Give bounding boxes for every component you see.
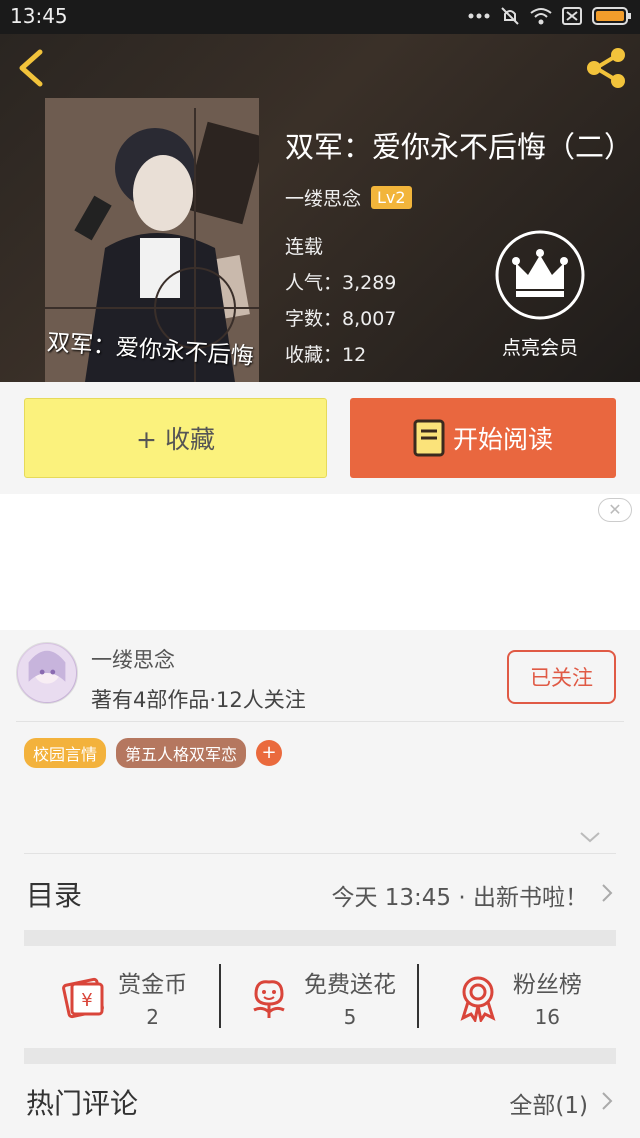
favorite-button[interactable]: + 收藏 [24, 398, 327, 478]
book-cover[interactable]: 双军：爱你永不后悔 [45, 98, 259, 382]
reward-coin-label: 赏金币 [118, 972, 188, 998]
action-bar: + 收藏 开始阅读 [0, 382, 640, 494]
book-icon [413, 419, 445, 457]
add-tag-button[interactable]: + [256, 740, 283, 766]
favorite-label: + 收藏 [136, 425, 215, 454]
send-flower-text: 免费送花 5 [304, 965, 396, 1029]
vip-button[interactable]: 点亮会员 [490, 229, 590, 360]
author-card[interactable]: 一缕思念 著有4部作品·12人关注 已关注 [0, 630, 640, 722]
chevron-down-icon[interactable] [578, 828, 602, 846]
reward-coin-value: 2 [146, 1005, 160, 1029]
reward-coin-text: 赏金币 2 [118, 965, 187, 1029]
flower-icon [253, 980, 285, 1018]
tag-campus-romance[interactable]: 校园言情 [24, 738, 107, 768]
all-comments-link[interactable]: 全部(1) [509, 1086, 588, 1120]
toc-label: 目录 [26, 879, 83, 912]
back-icon[interactable] [14, 48, 54, 88]
book-header: 双军：爱你永不后悔 双军：爱你永不后悔（二） 一缕思念 Lv2 连载 人气：3,… [0, 34, 640, 382]
tag-list: 校园言情 第五人格双军恋 + [24, 738, 283, 768]
send-flower-button[interactable]: 免费送花 5 [221, 946, 419, 1048]
chevron-right-icon [602, 884, 613, 902]
fan-ranking-value: 16 [534, 1005, 561, 1029]
send-flower-value: 5 [343, 1005, 357, 1029]
start-reading-button[interactable]: 开始阅读 [350, 398, 616, 478]
chevron-right-icon [602, 1092, 613, 1110]
hot-comments-row[interactable]: 热门评论 全部(1) [0, 1064, 640, 1138]
author-card-name: 一缕思念 [91, 648, 175, 672]
sim-icon [562, 7, 582, 25]
toc-update-text: 今天 13:45 · 出新书啦！ [331, 885, 588, 911]
follow-button[interactable]: 已关注 [507, 650, 616, 704]
hot-comments-label: 热门评论 [26, 1087, 139, 1120]
status-time: 13:45 [10, 4, 68, 28]
mute-icon [501, 7, 519, 25]
author-row: 一缕思念 Lv2 [285, 184, 635, 211]
stats-row: ¥ 赏金币 2 免费送花 5 粉丝榜 16 [24, 946, 616, 1048]
start-reading-label: 开始阅读 [452, 425, 553, 454]
follow-label: 已关注 [530, 666, 593, 690]
tag-identity-v[interactable]: 第五人格双军恋 [116, 738, 247, 768]
section-separator [24, 930, 616, 946]
reward-coin-button[interactable]: ¥ 赏金币 2 [24, 946, 222, 1048]
wifi-icon [530, 8, 552, 25]
coin-icon: ¥ [62, 977, 105, 1019]
level-badge: Lv2 [371, 186, 412, 209]
svg-text:¥: ¥ [81, 990, 92, 1011]
battery-icon [592, 7, 631, 25]
share-icon[interactable] [584, 46, 628, 90]
vip-label: 点亮会员 [501, 337, 578, 359]
section-separator [24, 1048, 616, 1064]
more-dots-icon [468, 13, 490, 19]
ad-close-button[interactable]: ✕ [598, 498, 632, 522]
toc-row[interactable]: 目录 今天 13:45 · 出新书啦！ [0, 854, 640, 930]
medal-icon [460, 976, 496, 1022]
avatar[interactable] [16, 642, 78, 704]
status-icons [468, 6, 632, 26]
crown-icon [495, 230, 585, 320]
author-card-works: 著有4部作品·12人关注 [91, 688, 306, 712]
status-bar: 13:45 [0, 0, 640, 34]
book-title: 双军：爱你永不后悔（二） [285, 130, 634, 164]
fan-ranking-text: 粉丝榜 16 [513, 965, 582, 1029]
fan-ranking-label: 粉丝榜 [512, 972, 582, 998]
author-name[interactable]: 一缕思念 [285, 184, 361, 211]
fan-ranking-button[interactable]: 粉丝榜 16 [419, 946, 616, 1048]
divider [16, 721, 624, 722]
send-flower-label: 免费送花 [303, 972, 396, 998]
ad-banner: ✕ [0, 494, 640, 630]
